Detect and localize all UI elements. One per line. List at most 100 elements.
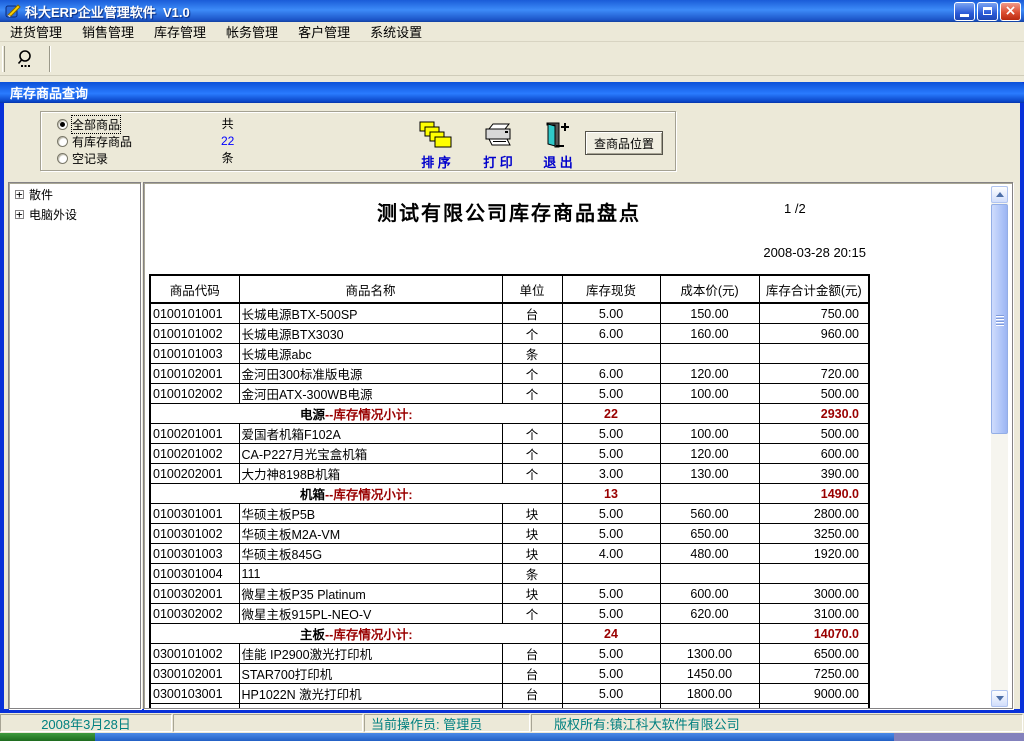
print-icon[interactable] bbox=[469, 119, 527, 149]
chevron-down-icon bbox=[996, 696, 1004, 701]
col-header-code: 商品代码 bbox=[150, 275, 239, 303]
scroll-down-button[interactable] bbox=[991, 690, 1008, 707]
expand-plus-icon[interactable] bbox=[15, 190, 24, 199]
toolbar-grip[interactable] bbox=[2, 46, 5, 72]
child-title-bar: 库存商品查询 bbox=[0, 82, 1024, 103]
radio-icon[interactable] bbox=[57, 153, 68, 164]
table-row: 0100101003长城电源abc条 bbox=[150, 344, 869, 364]
child-window-title: 库存商品查询 bbox=[10, 83, 88, 102]
count-value: 22 bbox=[221, 133, 234, 150]
exit-button[interactable]: 退 出 bbox=[529, 119, 587, 171]
count-suffix: 条 bbox=[221, 150, 234, 167]
taskbar-blue-sliver bbox=[95, 733, 894, 741]
tool-bar bbox=[0, 42, 1024, 76]
menu-purchase[interactable]: 进货管理 bbox=[0, 20, 72, 43]
menu-sales[interactable]: 销售管理 bbox=[72, 20, 144, 43]
report-title: 测试有限公司库存商品盘点 bbox=[144, 197, 874, 226]
scrollbar-thumb[interactable] bbox=[991, 204, 1008, 434]
table-row: 0300102001STAR700打印机台5.001450.007250.00 bbox=[150, 664, 869, 684]
subtotal-row: 主板--库存情况小计:2414070.0 bbox=[150, 624, 869, 644]
table-row: 0100201002CA-P227月光宝盒机箱个5.00120.00600.00 bbox=[150, 444, 869, 464]
table-row: 0300101002佳能 IP2900激光打印机台5.001300.006500… bbox=[150, 644, 869, 664]
report-datetime: 2008-03-28 20:15 bbox=[564, 245, 866, 260]
scroll-up-button[interactable] bbox=[991, 186, 1008, 203]
menu-bar: 进货管理 销售管理 库存管理 帐务管理 客户管理 系统设置 bbox=[0, 22, 1024, 42]
col-header-name: 商品名称 bbox=[239, 275, 502, 303]
subtotal-row: 电源--库存情况小计:222930.0 bbox=[150, 404, 869, 424]
toolbar-separator bbox=[49, 46, 51, 72]
radio-all-products[interactable]: 全部商品 bbox=[57, 116, 132, 133]
subtotal-row: 机箱--库存情况小计:131490.0 bbox=[150, 484, 869, 504]
sort-button[interactable]: 排 序 bbox=[407, 119, 465, 171]
report-page-number: 1 /2 bbox=[784, 201, 806, 216]
tree-item-label[interactable]: 电脑外设 bbox=[29, 206, 77, 223]
col-header-cost: 成本价(元) bbox=[660, 275, 759, 303]
status-bar: 2008年3月28日 当前操作员: 管理员 版权所有:镇江科大软件有限公司 bbox=[0, 713, 1024, 733]
status-operator: 当前操作员: 管理员 bbox=[364, 714, 530, 732]
radio-icon[interactable] bbox=[57, 119, 68, 130]
radio-icon[interactable] bbox=[57, 136, 68, 147]
table-row: 0100302001微星主板P35 Platinum块5.00600.00300… bbox=[150, 584, 869, 604]
restore-button[interactable] bbox=[977, 2, 998, 21]
table-row: 0100101001长城电源BTX-500SP台5.00150.00750.00 bbox=[150, 303, 869, 324]
table-header-row: 商品代码 商品名称 单位 库存现货 成本价(元) 库存合计金额(元) bbox=[150, 275, 869, 303]
filter-panel: 全部商品 有库存商品 空记录 共 22 条 bbox=[40, 111, 676, 171]
search-button[interactable] bbox=[9, 45, 43, 73]
menu-inventory[interactable]: 库存管理 bbox=[144, 20, 216, 43]
sort-label[interactable]: 排 序 bbox=[407, 152, 465, 171]
table-row: 0100201001爱国者机箱F102A个5.00100.00500.00 bbox=[150, 424, 869, 444]
category-tree: 散件 电脑外设 bbox=[8, 182, 141, 709]
taskbar-sliver bbox=[0, 733, 1024, 741]
tree-item-parts[interactable]: 散件 bbox=[15, 186, 140, 203]
col-header-qty: 库存现货 bbox=[562, 275, 660, 303]
table-row: 0100301002华硕主板M2A-VM块5.00650.003250.00 bbox=[150, 524, 869, 544]
status-empty-panel bbox=[173, 714, 363, 732]
menu-customer[interactable]: 客户管理 bbox=[288, 20, 360, 43]
report-preview-panel: 测试有限公司库存商品盘点 1 /2 2008-03-28 20:15 商品代码 … bbox=[143, 182, 1013, 709]
menu-accounting[interactable]: 帐务管理 bbox=[216, 20, 288, 43]
status-copyright: 版权所有:镇江科大软件有限公司 bbox=[531, 714, 1023, 732]
chevron-up-icon bbox=[996, 192, 1004, 197]
tree-item-peripherals[interactable]: 电脑外设 bbox=[15, 206, 140, 223]
start-button-sliver bbox=[0, 733, 95, 741]
sort-icon[interactable] bbox=[407, 119, 465, 149]
radio-group-scope: 全部商品 有库存商品 空记录 bbox=[57, 116, 132, 167]
vertical-scrollbar[interactable] bbox=[991, 186, 1008, 707]
report-table-body: 0100101001长城电源BTX-500SP台5.00150.00750.00… bbox=[150, 303, 869, 709]
col-header-total: 库存合计金额(元) bbox=[759, 275, 869, 303]
exit-icon[interactable] bbox=[529, 119, 587, 149]
record-count: 共 22 条 bbox=[221, 116, 234, 167]
minimize-button[interactable] bbox=[954, 2, 975, 21]
table-row: 0100302002微星主板915PL-NEO-V个5.00620.003100… bbox=[150, 604, 869, 624]
expand-plus-icon[interactable] bbox=[15, 210, 24, 219]
window-title: 科大ERP企业管理软件 V1.0 bbox=[25, 2, 190, 21]
radio-in-stock[interactable]: 有库存商品 bbox=[57, 133, 132, 150]
title-bar: 科大ERP企业管理软件 V1.0 × bbox=[0, 0, 1024, 22]
taskbar-item-sliver bbox=[894, 733, 1024, 741]
app-logo-icon bbox=[5, 3, 21, 19]
table-row: 0100102001金河田300标准版电源个6.00120.00720.00 bbox=[150, 364, 869, 384]
close-button[interactable]: × bbox=[1000, 2, 1021, 21]
table-row: 0100101002长城电源BTX3030个6.00160.00960.00 bbox=[150, 324, 869, 344]
table-row: 0100102002金河田ATX-300WB电源个5.00100.00500.0… bbox=[150, 384, 869, 404]
table-row: 0300103001HP1022N 激光打印机台5.001800.009000.… bbox=[150, 684, 869, 704]
radio-empty-records[interactable]: 空记录 bbox=[57, 150, 132, 167]
table-row: 0100301004111条 bbox=[150, 564, 869, 584]
exit-label[interactable]: 退 出 bbox=[529, 152, 587, 171]
print-label[interactable]: 打 印 bbox=[469, 152, 527, 171]
inventory-query-window: 库存商品查询 全部商品 有库存商品 空记录 共 22 bbox=[0, 82, 1024, 713]
status-date: 2008年3月28日 bbox=[0, 714, 172, 732]
table-row: 0100301003华硕主板845G块4.00480.001920.00 bbox=[150, 544, 869, 564]
col-header-unit: 单位 bbox=[502, 275, 562, 303]
locate-product-button[interactable]: 查商品位置 bbox=[585, 131, 663, 155]
tree-item-label[interactable]: 散件 bbox=[29, 186, 53, 203]
search-icon bbox=[15, 48, 37, 70]
table-row: 0100202001大力神8198B机箱个3.00130.00390.00 bbox=[150, 464, 869, 484]
menu-system[interactable]: 系统设置 bbox=[360, 20, 432, 43]
table-row: 0100301001华硕主板P5B块5.00560.002800.00 bbox=[150, 504, 869, 524]
table-row: 0300103002HP 5200tn激光打印机台5.003500.001750… bbox=[150, 704, 869, 710]
count-prefix: 共 bbox=[221, 116, 234, 133]
print-button[interactable]: 打 印 bbox=[469, 119, 527, 171]
thumb-grip-icon bbox=[996, 315, 1004, 327]
inventory-table: 商品代码 商品名称 单位 库存现货 成本价(元) 库存合计金额(元) 01001… bbox=[149, 274, 870, 709]
